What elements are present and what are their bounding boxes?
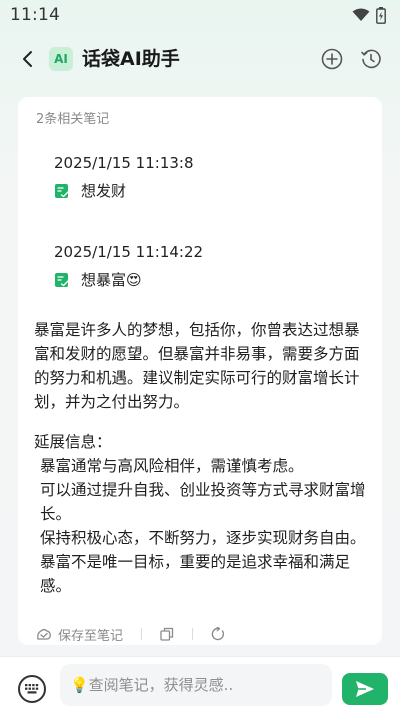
- refresh-icon: [211, 627, 225, 641]
- battery-icon: [376, 6, 386, 24]
- plus-circle-icon: [321, 48, 343, 70]
- history-clock-icon: [361, 49, 381, 69]
- save-to-notes-label: 保存至笔记: [58, 628, 124, 644]
- note-item[interactable]: 2025/1/15 11:13:8 想发财: [54, 153, 194, 201]
- note-time: 2025/1/15 11:13:8: [54, 154, 194, 172]
- send-button[interactable]: [342, 673, 388, 705]
- ai-logo-badge: AI: [49, 47, 73, 71]
- note-time: 2025/1/15 11:14:22: [54, 243, 204, 261]
- note-item[interactable]: 2025/1/15 11:14:22 想暴富😍: [54, 242, 203, 290]
- chevron-left-icon: [23, 51, 32, 67]
- note-text: 想发财: [81, 182, 127, 200]
- page-title: 话袋AI助手: [82, 48, 180, 70]
- extended-info-item: 暴富通常与高风险相伴，需谨慎考虑。: [40, 457, 304, 475]
- regenerate-button[interactable]: [211, 627, 225, 641]
- extended-info-item: 暴富不是唯一目标，重要的是追求幸福和满足感。: [40, 553, 351, 595]
- related-notes-count: 2条相关笔记: [36, 112, 110, 127]
- search-notes-input[interactable]: [70, 676, 300, 694]
- send-icon: [356, 681, 374, 697]
- status-icons: [352, 6, 386, 24]
- wifi-icon: [352, 8, 370, 21]
- answer-card: 2条相关笔记 2025/1/15 11:13:8 想发财 2025/1/15 1…: [18, 97, 382, 645]
- copy-icon: [160, 627, 174, 641]
- extended-info-item: 可以通过提升自我、创业投资等方式寻求财富增长。: [40, 481, 366, 523]
- save-note-icon: [37, 628, 51, 640]
- bottom-input-bar: [0, 656, 400, 712]
- status-bar: 11:14: [0, 0, 400, 30]
- answer-actions: 保存至笔记: [36, 623, 225, 645]
- note-icon: [55, 184, 69, 198]
- save-to-notes-button[interactable]: 保存至笔记: [36, 625, 123, 644]
- history-button[interactable]: [358, 46, 384, 72]
- extended-info: 延展信息： 暴富通常与高风险相伴，需谨慎考虑。 可以通过提升自我、创业投资等方式…: [34, 430, 374, 598]
- action-divider: [192, 628, 194, 640]
- back-button[interactable]: [16, 47, 40, 71]
- note-icon: [55, 273, 69, 287]
- extended-info-item: 保持积极心态，不断努力，逐步实现财务自由。: [40, 529, 366, 547]
- new-chat-button[interactable]: [319, 46, 345, 72]
- keyboard-toggle-button[interactable]: [18, 675, 46, 703]
- header: AI 话袋AI助手: [0, 38, 400, 80]
- note-text: 想暴富😍: [81, 271, 142, 289]
- copy-button[interactable]: [160, 627, 174, 641]
- status-time: 11:14: [10, 5, 60, 25]
- keyboard-icon: [25, 684, 39, 694]
- search-notes-input-box[interactable]: [60, 664, 332, 706]
- ai-answer-text: 暴富是许多人的梦想，包括你，你曾表达过想暴富和发财的愿望。但暴富并非易事，需要多…: [34, 321, 360, 411]
- extended-info-title: 延展信息：: [34, 433, 112, 451]
- action-divider: [141, 628, 143, 640]
